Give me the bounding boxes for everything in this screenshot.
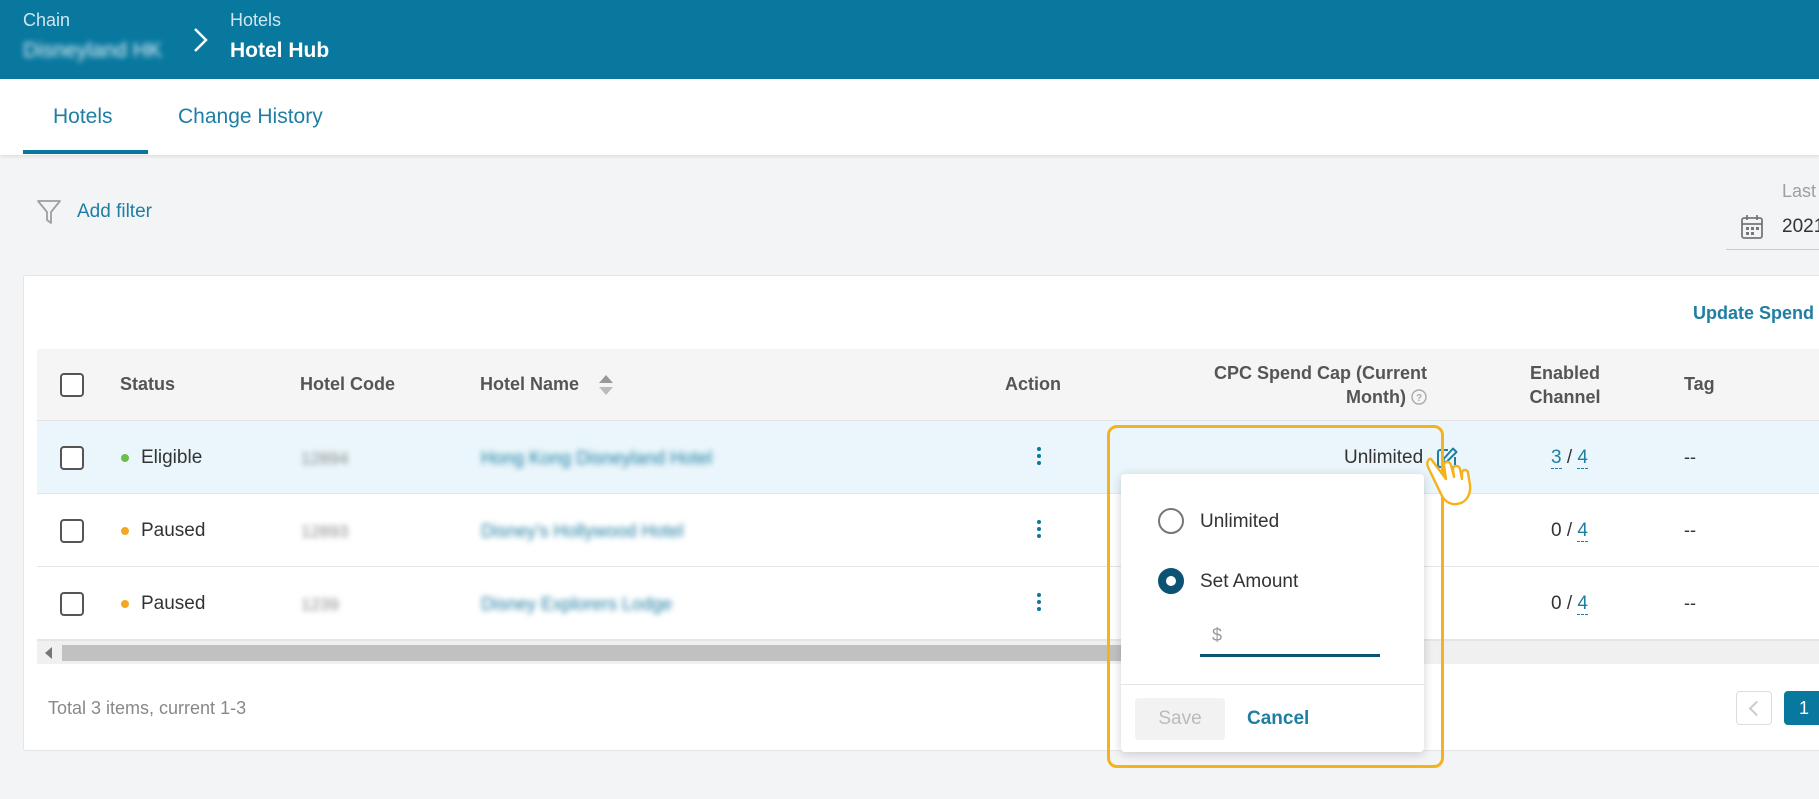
popover-divider [1121,684,1424,685]
status-dot [121,527,129,535]
status-text: Paused [141,520,206,541]
cancel-button[interactable]: Cancel [1247,708,1309,730]
hotel-name-link[interactable]: Disney Explorers Lodge [481,594,672,615]
date-range-value: 2021 [1782,216,1819,237]
column-status: Status [120,374,176,394]
active-tab-indicator [23,150,148,154]
pagination-page-1[interactable]: 1 [1784,691,1819,725]
breadcrumb-chain[interactable]: Chain Disneyland HK [23,10,162,63]
column-enabled-channel: Enabled Channel [1520,361,1610,409]
svg-text:?: ? [1416,393,1422,404]
status-dot [121,454,129,462]
hotel-name-link[interactable]: Disney's Hollywood Hotel [481,521,684,542]
horizontal-scrollbar[interactable] [37,640,1819,664]
tab-hotels[interactable]: Hotels [53,105,113,129]
status-dot [121,600,129,608]
column-cpc-spend-cap: CPC Spend Cap (Current Month) ? [1177,361,1427,409]
row-action-menu-icon[interactable] [1029,518,1049,542]
scroll-left-arrow-icon[interactable] [45,647,52,659]
enabled-channel-count: 0 [1551,593,1562,614]
radio-set-amount-label[interactable]: Set Amount [1200,571,1298,593]
breadcrumb-hotels[interactable]: Hotels Hotel Hub [230,10,329,63]
tab-change-history[interactable]: Change History [178,105,323,129]
add-filter-label: Add filter [77,201,152,222]
row-action-menu-icon[interactable] [1029,445,1049,469]
status-cell: Paused [121,593,205,615]
tag-cell: -- [1684,593,1696,613]
page-title: Hotel Hub [230,39,330,62]
table-row[interactable]: Eligible 12894 Hong Kong Disneyland Hote… [37,421,1819,494]
chain-name: Disneyland HK [23,39,162,62]
pagination-total: Total 3 items, current 1-3 [48,698,247,718]
total-channel-count-link[interactable]: 4 [1577,593,1588,615]
hotel-code: 12893 [301,522,349,541]
sort-icon[interactable] [597,373,615,397]
date-range-label: Last [1782,181,1817,201]
enabled-header-line2: Channel [1529,387,1601,407]
table-header: Status Hotel Code Hotel Name Action CPC … [37,349,1819,421]
radio-set-amount[interactable] [1158,568,1184,594]
add-filter-button[interactable]: Add filter [36,198,152,226]
status-text: Eligible [141,447,203,468]
tag-cell: -- [1684,447,1696,467]
status-text: Paused [141,593,206,614]
cpc-header-line1: CPC Spend Cap (Current [1213,363,1427,383]
filter-icon [37,200,61,224]
radio-unlimited-label[interactable]: Unlimited [1200,511,1279,533]
row-checkbox[interactable] [60,446,84,470]
save-button[interactable]: Save [1135,698,1225,740]
chain-label: Chain [23,10,71,30]
tab-bar: Hotels Change History [0,79,1819,155]
cpc-header-line2: Month) [1346,387,1406,407]
row-checkbox[interactable] [60,519,84,543]
amount-input[interactable] [1200,617,1380,657]
scrollbar-thumb[interactable] [62,645,1162,661]
hotel-code: 1239 [301,595,339,614]
calendar-icon [1741,215,1763,239]
select-all-checkbox[interactable] [60,373,84,397]
app-header: Chain Disneyland HK Hotels Hotel Hub [0,0,1819,79]
enabled-channel-cell: 0 / 4 [1551,520,1588,542]
update-spend-button[interactable]: Update Spend [1693,303,1814,324]
enabled-channel-cell: 0 / 4 [1551,593,1588,615]
enabled-channel-count: 0 [1551,520,1562,541]
hotel-code: 12894 [301,449,349,468]
status-cell: Eligible [121,447,202,469]
column-hotel-name[interactable]: Hotel Name [480,374,579,395]
enabled-header-line1: Enabled [1529,363,1600,383]
help-icon[interactable]: ? [1411,389,1427,405]
table-row[interactable]: Paused 12893 Disney's Hollywood Hotel 0 … [37,494,1819,567]
tag-cell: -- [1684,520,1696,540]
column-hotel-code: Hotel Code [300,374,396,394]
enabled-channel-cell: 3 / 4 [1551,447,1588,469]
radio-unlimited[interactable] [1158,508,1184,534]
column-action: Action [1005,374,1061,394]
enabled-channel-count-link[interactable]: 3 [1551,447,1562,469]
pagination-prev-button[interactable] [1736,691,1772,725]
hotels-label: Hotels [230,10,282,30]
row-action-menu-icon[interactable] [1029,591,1049,615]
pointer-hand-icon [1426,457,1472,506]
spend-cap-popover: Unlimited Set Amount Save Cancel [1121,474,1424,752]
chevron-right-icon [194,28,208,52]
total-channel-count-link[interactable]: 4 [1577,520,1588,542]
row-checkbox[interactable] [60,592,84,616]
column-tag: Tag [1684,374,1715,394]
total-channel-count-link[interactable]: 4 [1577,447,1588,469]
status-cell: Paused [121,520,205,542]
table-row[interactable]: Paused 1239 Disney Explorers Lodge 0 / 4… [37,567,1819,640]
hotel-name-link[interactable]: Hong Kong Disneyland Hotel [481,448,712,469]
date-range-picker[interactable]: 2021 [1726,206,1819,250]
